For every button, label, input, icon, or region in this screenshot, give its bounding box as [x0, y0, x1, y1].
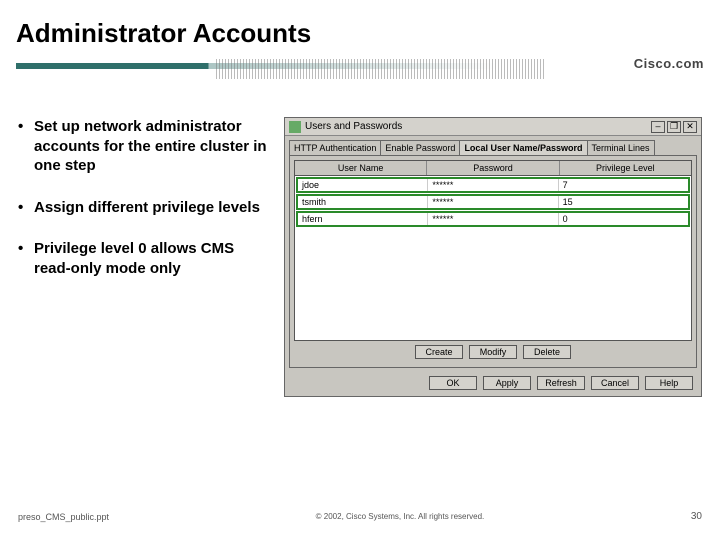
- bullet-item: Set up network administrator accounts fo…: [18, 117, 270, 176]
- bullet-list: Set up network administrator accounts fo…: [18, 117, 270, 397]
- grid-body[interactable]: jdoe ****** 7 tsmith ****** 15 hfern ***…: [294, 176, 692, 341]
- cell-username: tsmith: [298, 196, 428, 208]
- create-button[interactable]: Create: [415, 345, 463, 359]
- brand-logo: Cisco.com: [634, 56, 704, 71]
- cancel-button[interactable]: Cancel: [591, 376, 639, 390]
- refresh-button[interactable]: Refresh: [537, 376, 585, 390]
- column-username: User Name: [295, 161, 427, 175]
- tab-local-user[interactable]: Local User Name/Password: [459, 140, 587, 155]
- ok-button[interactable]: OK: [429, 376, 477, 390]
- footer-pagenum: 30: [691, 511, 702, 522]
- column-privilege: Privilege Level: [560, 161, 691, 175]
- cell-username: hfern: [298, 213, 428, 225]
- dialog-titlebar[interactable]: Users and Passwords – ❐ ✕: [285, 118, 701, 136]
- tab-panel-local-user: User Name Password Privilege Level jdoe …: [289, 155, 697, 368]
- cell-privilege: 15: [559, 196, 688, 208]
- divider-rule: [16, 57, 704, 87]
- cell-password: ******: [428, 213, 558, 225]
- table-row[interactable]: hfern ****** 0: [296, 211, 690, 227]
- slide-title: Administrator Accounts: [0, 0, 720, 57]
- maximize-button[interactable]: ❐: [667, 121, 681, 133]
- dialog-icon: [289, 121, 301, 133]
- bullet-item: Assign different privilege levels: [18, 198, 270, 218]
- cell-password: ******: [428, 179, 558, 191]
- grid-header: User Name Password Privilege Level: [294, 160, 692, 176]
- bullet-item: Privilege level 0 allows CMS read-only m…: [18, 239, 270, 278]
- panel-button-row: Create Modify Delete: [294, 341, 692, 363]
- tabstrip: HTTP Authentication Enable Password Loca…: [285, 136, 701, 155]
- dialog-button-row: OK Apply Refresh Cancel Help: [285, 372, 701, 396]
- cell-privilege: 7: [559, 179, 688, 191]
- apply-button[interactable]: Apply: [483, 376, 531, 390]
- footer-copyright: © 2002, Cisco Systems, Inc. All rights r…: [109, 512, 691, 521]
- modify-button[interactable]: Modify: [469, 345, 517, 359]
- cell-privilege: 0: [559, 213, 688, 225]
- cell-username: jdoe: [298, 179, 428, 191]
- tab-enable-password[interactable]: Enable Password: [380, 140, 460, 155]
- column-password: Password: [427, 161, 559, 175]
- delete-button[interactable]: Delete: [523, 345, 571, 359]
- dialog-title: Users and Passwords: [305, 121, 402, 132]
- table-row[interactable]: tsmith ****** 15: [296, 194, 690, 210]
- minimize-button[interactable]: –: [651, 121, 665, 133]
- users-passwords-dialog: Users and Passwords – ❐ ✕ HTTP Authentic…: [284, 117, 702, 397]
- table-row[interactable]: jdoe ****** 7: [296, 177, 690, 193]
- tab-terminal-lines[interactable]: Terminal Lines: [587, 140, 655, 155]
- footer-filename: preso_CMS_public.ppt: [18, 512, 109, 522]
- slide-footer: preso_CMS_public.ppt © 2002, Cisco Syste…: [0, 511, 720, 522]
- help-button[interactable]: Help: [645, 376, 693, 390]
- close-button[interactable]: ✕: [683, 121, 697, 133]
- tab-http-auth[interactable]: HTTP Authentication: [289, 140, 381, 155]
- cell-password: ******: [428, 196, 558, 208]
